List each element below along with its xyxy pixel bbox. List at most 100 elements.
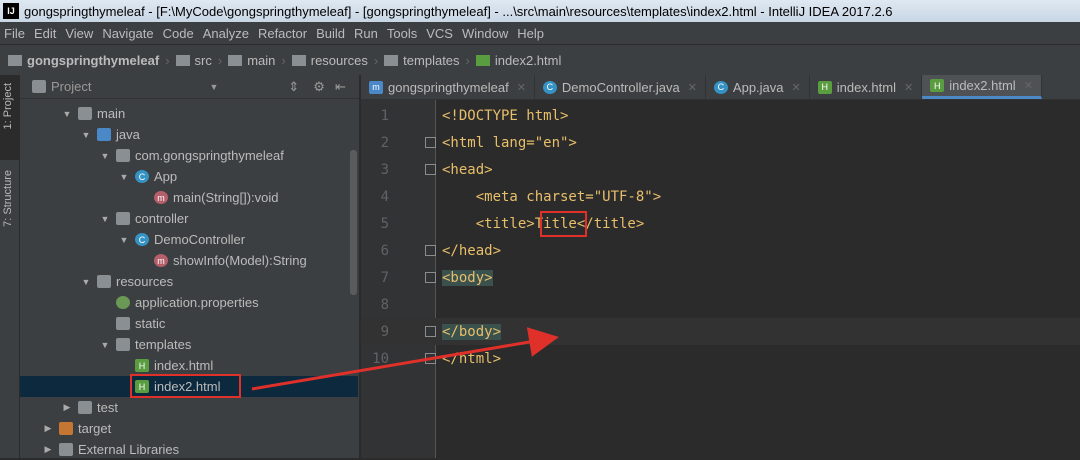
expand-arrow-icon[interactable]: ▼ xyxy=(100,151,110,161)
expand-arrow-icon[interactable]: ▼ xyxy=(81,277,91,287)
code-line[interactable]: 5 <title>Title</title> xyxy=(361,210,1080,237)
expand-arrow-icon[interactable]: ▼ xyxy=(62,109,72,119)
line-number: 3 xyxy=(380,161,389,178)
menu-window[interactable]: Window xyxy=(462,26,508,41)
properties-icon xyxy=(116,296,130,309)
tab-index-html[interactable]: Hindex.html ✕ xyxy=(810,75,923,99)
menu-help[interactable]: Help xyxy=(517,26,544,41)
code-text: <head> xyxy=(442,161,493,178)
code-line[interactable]: 7 <body> xyxy=(361,264,1080,291)
tree-item[interactable]: ▼ resources xyxy=(20,271,358,292)
tree-item[interactable]: ▼ com.gongspringthymeleaf xyxy=(20,145,358,166)
tree-item[interactable]: ▼ C DemoController xyxy=(20,229,358,250)
folder-icon xyxy=(228,54,243,66)
package-icon xyxy=(116,149,130,162)
menu-code[interactable]: Code xyxy=(163,26,194,41)
tree-item[interactable]: ▼ templates xyxy=(20,334,358,355)
tree-item[interactable]: ▶ target xyxy=(20,418,358,439)
intellij-logo-icon: IJ xyxy=(3,3,19,19)
close-icon[interactable]: ✕ xyxy=(1024,79,1033,92)
fold-marker-icon[interactable] xyxy=(425,353,436,364)
tree-item[interactable]: ▼ main xyxy=(20,103,358,124)
folder-icon xyxy=(78,401,92,414)
tab-label: App.java xyxy=(732,79,784,95)
menu-analyze[interactable]: Analyze xyxy=(203,26,249,41)
breadcrumb-item[interactable]: templates › xyxy=(384,53,470,68)
project-panel-title[interactable]: Project xyxy=(51,79,91,94)
tree-item[interactable]: m showInfo(Model):String xyxy=(20,250,358,271)
side-tab-project[interactable]: 1: Project xyxy=(2,83,14,129)
folder-icon xyxy=(116,317,130,330)
side-tab-structure[interactable]: 7: Structure xyxy=(2,170,14,227)
code-line[interactable]: 3 <head> xyxy=(361,156,1080,183)
breadcrumb-item[interactable]: main › xyxy=(228,53,286,68)
line-number: 7 xyxy=(380,269,389,286)
tab-gongspringthymeleaf[interactable]: m gongspringthymeleaf ✕ xyxy=(361,75,535,99)
code-line[interactable]: 1 <!DOCTYPE html> xyxy=(361,102,1080,129)
code-line[interactable]: 2 <html lang="en"> xyxy=(361,129,1080,156)
collapse-all-icon[interactable]: ⇕ xyxy=(288,79,299,95)
close-icon[interactable]: ✕ xyxy=(688,81,697,94)
breadcrumb-item[interactable]: gongspringthymeleaf › xyxy=(8,53,170,68)
code-line[interactable]: 4 <meta charset="UTF-8"> xyxy=(361,183,1080,210)
close-icon[interactable]: ✕ xyxy=(792,81,801,94)
tree-item[interactable]: ▼ controller xyxy=(20,208,358,229)
fold-marker-icon[interactable] xyxy=(425,137,436,148)
code-line[interactable]: 10 </html> xyxy=(361,345,1080,372)
tree-item[interactable]: Hindex.html xyxy=(20,355,358,376)
fold-marker-icon[interactable] xyxy=(425,164,436,175)
hide-icon[interactable]: ⇤ xyxy=(335,79,346,95)
code-text: <body> xyxy=(442,269,493,286)
menu-navigate[interactable]: Navigate xyxy=(102,26,153,41)
menu-tools[interactable]: Tools xyxy=(387,26,417,41)
breadcrumb-item[interactable]: index2.html xyxy=(475,53,561,68)
tab-label: index2.html xyxy=(949,78,1016,93)
fold-marker-icon[interactable] xyxy=(425,245,436,256)
expand-arrow-icon[interactable]: ▼ xyxy=(81,130,91,140)
tree-item-label: templates xyxy=(135,337,192,352)
menu-build[interactable]: Build xyxy=(316,26,345,41)
tree-item-label: resources xyxy=(116,274,174,289)
expand-arrow-icon[interactable]: ▼ xyxy=(119,172,129,182)
expand-arrow-icon[interactable]: ▼ xyxy=(119,235,129,245)
tree-item[interactable]: ▼ C App xyxy=(20,166,358,187)
tree-item[interactable]: ▶ External Libraries xyxy=(20,439,358,460)
fold-marker-icon[interactable] xyxy=(425,326,436,337)
tab-index2-html[interactable]: Hindex2.html ✕ xyxy=(922,75,1042,99)
menu-refactor[interactable]: Refactor xyxy=(258,26,307,41)
expand-arrow-icon[interactable]: ▼ xyxy=(100,214,110,224)
expand-arrow-icon[interactable]: ▶ xyxy=(43,423,53,434)
tree-item[interactable]: ▼ java xyxy=(20,124,358,145)
expand-arrow-icon[interactable]: ▶ xyxy=(43,444,53,455)
expand-arrow-icon[interactable]: ▶ xyxy=(62,402,72,413)
folder-icon xyxy=(116,338,130,351)
close-icon[interactable]: ✕ xyxy=(904,81,913,94)
menu-run[interactable]: Run xyxy=(354,26,378,41)
chevron-down-icon[interactable]: ▼ xyxy=(209,82,218,92)
menu-edit[interactable]: Edit xyxy=(34,26,56,41)
expand-arrow-icon[interactable]: ▼ xyxy=(100,340,110,350)
class-icon: C xyxy=(135,170,149,183)
code-line[interactable]: 9 </body> xyxy=(361,318,1080,345)
close-icon[interactable]: ✕ xyxy=(517,81,526,94)
breadcrumb-label: main xyxy=(247,52,276,68)
menu-view[interactable]: View xyxy=(65,26,93,41)
breadcrumb-item[interactable]: src › xyxy=(175,53,222,68)
breadcrumb-item[interactable]: resources › xyxy=(291,53,378,68)
tab-democontroller-java[interactable]: C DemoController.java ✕ xyxy=(535,75,706,99)
fold-marker-icon[interactable] xyxy=(425,272,436,283)
tree-scrollbar[interactable] xyxy=(350,150,357,295)
tree-item[interactable]: application.properties xyxy=(20,292,358,313)
gear-icon[interactable]: ⚙ xyxy=(313,79,325,95)
tree-item[interactable]: ▶ test xyxy=(20,397,358,418)
code-line[interactable]: 8 xyxy=(361,291,1080,318)
menu-file[interactable]: File xyxy=(4,26,25,41)
menu-bar: File Edit View Navigate Code Analyze Refactor B… xyxy=(0,22,1080,44)
tab-app-java[interactable]: C App.java ✕ xyxy=(706,75,810,99)
class-icon: C xyxy=(713,80,728,94)
tree-item[interactable]: static xyxy=(20,313,358,334)
tree-item[interactable]: m main(String[]):void xyxy=(20,187,358,208)
code-line[interactable]: 6 </head> xyxy=(361,237,1080,264)
tree-item[interactable]: Hindex2.html xyxy=(20,376,358,397)
menu-vcs[interactable]: VCS xyxy=(426,26,453,41)
